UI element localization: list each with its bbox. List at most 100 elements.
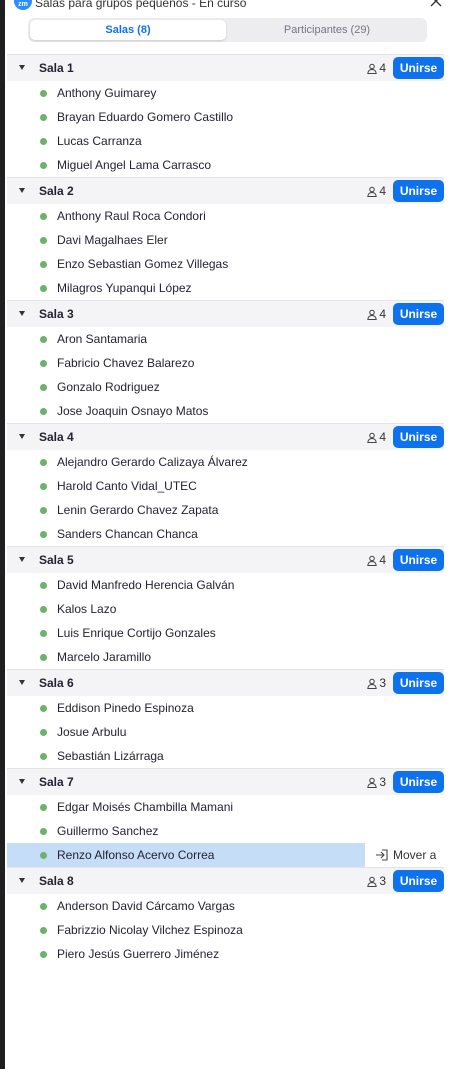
- participant-name: Anthony Guimarey: [57, 86, 157, 100]
- room-header[interactable]: Sala 4 4 Unirse: [7, 423, 444, 450]
- room-name: Sala 7: [39, 775, 74, 789]
- online-status-dot: [40, 138, 47, 145]
- caret-down-icon[interactable]: [19, 311, 25, 316]
- join-room-button[interactable]: Unirse: [393, 771, 444, 793]
- participant-row[interactable]: Anthony Guimarey: [7, 81, 444, 105]
- participant-name: Harold Canto Vidal_UTEC: [57, 479, 197, 493]
- room-participant-count: 3: [367, 874, 386, 888]
- caret-down-icon[interactable]: [19, 434, 25, 439]
- count-value: 4: [379, 184, 386, 198]
- participant-row[interactable]: Renzo Alfonso Acervo Correa Mover a: [7, 843, 436, 867]
- participant-name: Gonzalo Rodriguez: [57, 380, 160, 394]
- room-header[interactable]: Sala 8 3 Unirse: [7, 867, 444, 894]
- room-name: Sala 4: [39, 430, 74, 444]
- participant-name: Marcelo Jaramillo: [57, 650, 152, 664]
- participant-row[interactable]: Davi Magalhaes Eler: [7, 228, 444, 252]
- room-header[interactable]: Sala 5 4 Unirse: [7, 546, 444, 573]
- participant-row[interactable]: Josue Arbulu: [7, 720, 444, 744]
- caret-down-icon[interactable]: [19, 779, 25, 784]
- participant-row[interactable]: Harold Canto Vidal_UTEC: [7, 474, 444, 498]
- participant-row[interactable]: Miguel Angel Lama Carrasco: [7, 153, 444, 177]
- participant-name: Lenin Gerardo Chavez Zapata: [57, 503, 219, 517]
- online-status-dot: [40, 114, 47, 121]
- room-participant-count: 4: [367, 430, 386, 444]
- window-title: Salas para grupos pequeños - En curso: [35, 0, 247, 10]
- tab-rooms[interactable]: Salas (8): [30, 20, 226, 40]
- online-status-dot: [40, 237, 47, 244]
- person-icon: [367, 432, 378, 443]
- participant-row[interactable]: Lenin Gerardo Chavez Zapata: [7, 498, 444, 522]
- room-header[interactable]: Sala 6 3 Unirse: [7, 669, 444, 696]
- participant-row[interactable]: Fabrizzio Nicolay Vilchez Espinoza: [7, 918, 444, 942]
- participant-row[interactable]: Alejandro Gerardo Calizaya Álvarez: [7, 450, 444, 474]
- person-icon: [367, 777, 378, 788]
- participant-row[interactable]: Milagros Yupanqui López: [7, 276, 444, 300]
- participant-row[interactable]: David Manfredo Herencia Galván: [7, 573, 444, 597]
- participant-row[interactable]: Jose Joaquin Osnayo Matos: [7, 399, 444, 423]
- online-status-dot: [40, 384, 47, 391]
- tab-participants[interactable]: Participantes (29): [229, 20, 425, 40]
- join-room-button[interactable]: Unirse: [393, 549, 444, 571]
- join-room-button[interactable]: Unirse: [393, 303, 444, 325]
- room-participant-count: 3: [367, 775, 386, 789]
- participant-row[interactable]: Edgar Moisés Chambilla Mamani: [7, 795, 444, 819]
- participant-row[interactable]: Sanders Chancan Chanca: [7, 522, 444, 546]
- join-room-button[interactable]: Unirse: [393, 426, 444, 448]
- participant-row[interactable]: Guillermo Sanchez: [7, 819, 444, 843]
- participant-row[interactable]: Brayan Eduardo Gomero Castillo: [7, 105, 444, 129]
- count-value: 4: [379, 307, 386, 321]
- online-status-dot: [40, 360, 47, 367]
- participant-row[interactable]: Eddison Pinedo Espinoza: [7, 696, 444, 720]
- move-to-icon: [376, 849, 388, 861]
- close-icon[interactable]: [429, 0, 443, 8]
- count-value: 4: [379, 430, 386, 444]
- online-status-dot: [40, 285, 47, 292]
- participant-row[interactable]: Piero Jesús Guerrero Jiménez: [7, 942, 444, 966]
- online-status-dot: [40, 408, 47, 415]
- room-header[interactable]: Sala 2 4 Unirse: [7, 177, 444, 204]
- participant-row[interactable]: Anderson David Cárcamo Vargas: [7, 894, 444, 918]
- participant-row[interactable]: Aron Santamaria: [7, 327, 444, 351]
- caret-down-icon[interactable]: [19, 65, 25, 70]
- participant-row[interactable]: Fabricio Chavez Balarezo: [7, 351, 444, 375]
- move-to-label: Mover a: [393, 848, 437, 862]
- room-header[interactable]: Sala 7 3 Unirse: [7, 768, 444, 795]
- participant-row[interactable]: Lucas Carranza: [7, 129, 444, 153]
- person-icon: [367, 186, 378, 197]
- participant-row[interactable]: Luis Enrique Cortijo Gonzales: [7, 621, 444, 645]
- participant-name: Enzo Sebastian Gomez Villegas: [57, 257, 229, 271]
- room-header[interactable]: Sala 1 4 Unirse: [7, 54, 444, 81]
- online-status-dot: [40, 903, 47, 910]
- join-room-button[interactable]: Unirse: [393, 672, 444, 694]
- room-header[interactable]: Sala 3 4 Unirse: [7, 300, 444, 327]
- online-status-dot: [40, 162, 47, 169]
- participant-name: Fabrizzio Nicolay Vilchez Espinoza: [57, 923, 243, 937]
- caret-down-icon[interactable]: [19, 188, 25, 193]
- participant-name: Davi Magalhaes Eler: [57, 233, 168, 247]
- online-status-dot: [40, 507, 47, 514]
- person-icon: [367, 63, 378, 74]
- participant-row[interactable]: Anthony Raul Roca Condori: [7, 204, 444, 228]
- participant-row[interactable]: Sebastián Lizárraga: [7, 744, 444, 768]
- caret-down-icon[interactable]: [19, 680, 25, 685]
- join-room-button[interactable]: Unirse: [393, 180, 444, 202]
- room-name: Sala 2: [39, 184, 74, 198]
- room-name: Sala 1: [39, 61, 74, 75]
- count-value: 4: [379, 553, 386, 567]
- participant-name: Aron Santamaria: [57, 332, 148, 346]
- online-status-dot: [40, 261, 47, 268]
- participant-row[interactable]: Kalos Lazo: [7, 597, 444, 621]
- online-status-dot: [40, 582, 47, 589]
- caret-down-icon[interactable]: [19, 878, 25, 883]
- online-status-dot: [40, 531, 47, 538]
- join-room-button[interactable]: Unirse: [393, 870, 444, 892]
- room-participant-count: 4: [367, 184, 386, 198]
- caret-down-icon[interactable]: [19, 557, 25, 562]
- move-to-button[interactable]: Mover a: [375, 843, 436, 867]
- participant-row[interactable]: Marcelo Jaramillo: [7, 645, 444, 669]
- join-room-button[interactable]: Unirse: [393, 57, 444, 79]
- participant-row[interactable]: Enzo Sebastian Gomez Villegas: [7, 252, 444, 276]
- room-name: Sala 3: [39, 307, 74, 321]
- participant-row[interactable]: Gonzalo Rodriguez: [7, 375, 444, 399]
- room-participant-count: 4: [367, 307, 386, 321]
